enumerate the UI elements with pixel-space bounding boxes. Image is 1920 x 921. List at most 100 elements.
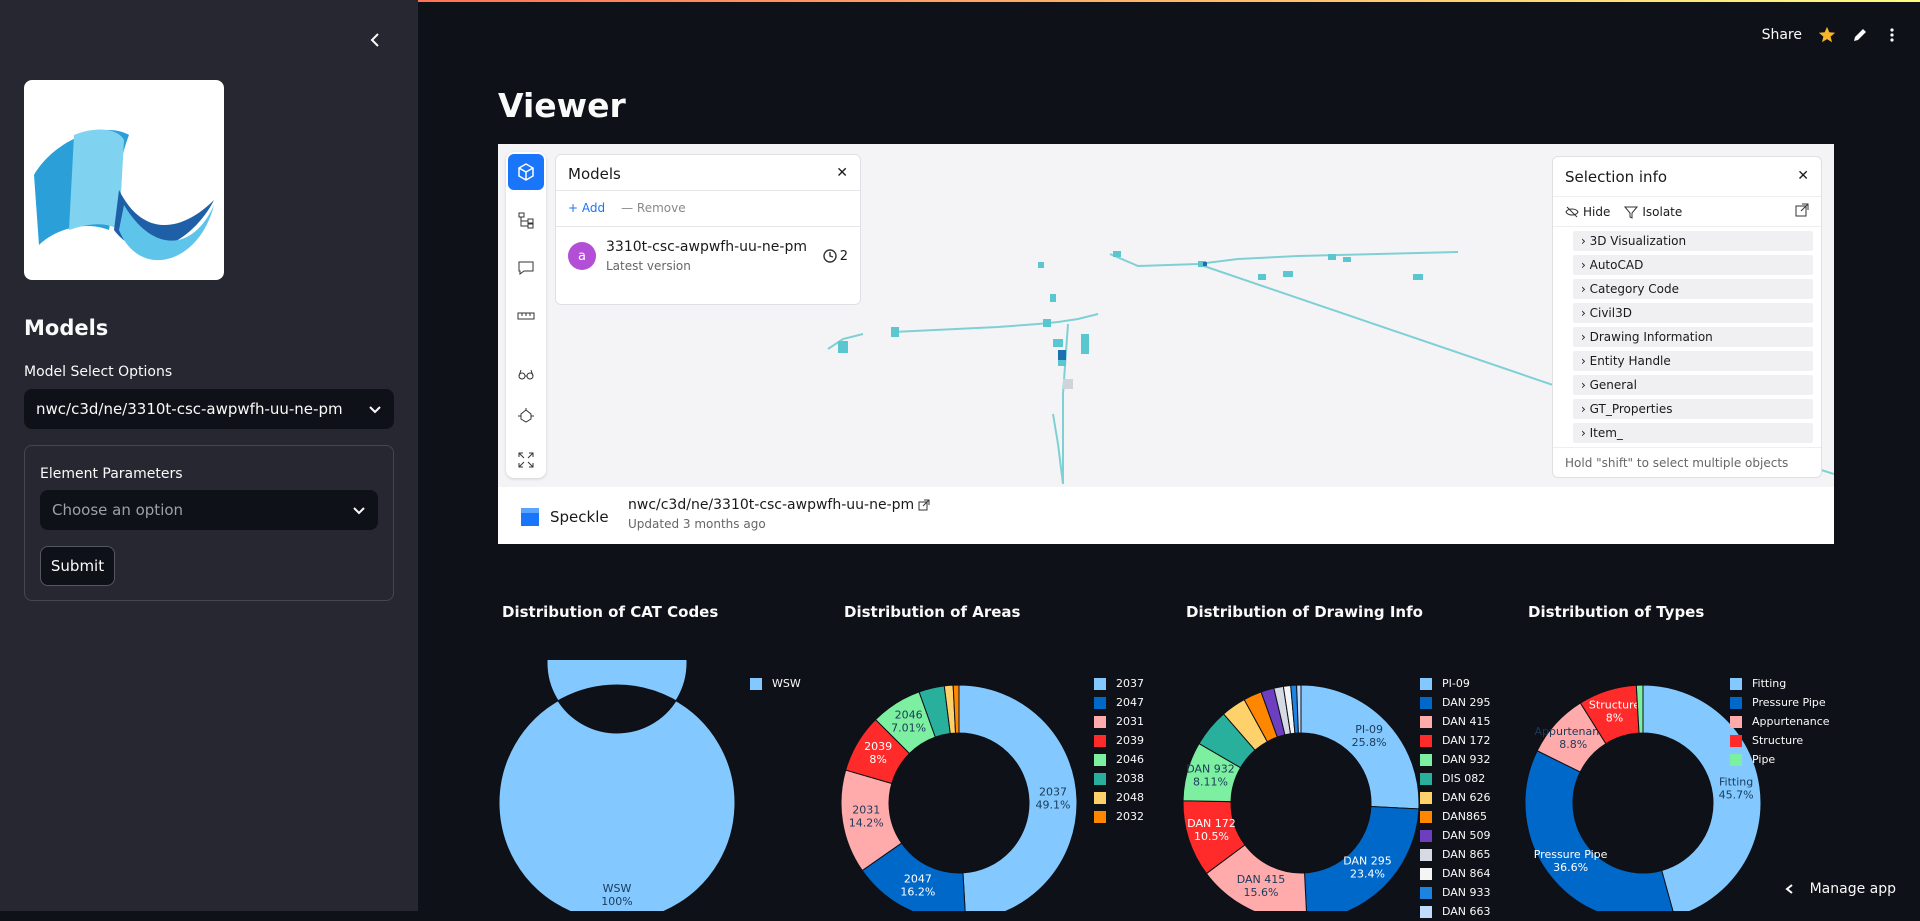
star-icon[interactable]	[1818, 26, 1836, 44]
selection-property-item[interactable]: › General	[1573, 375, 1813, 395]
viewer-model-info: nwc/c3d/ne/3310t-csc-awpwfh-uu-ne-pm Upd…	[628, 497, 930, 531]
speckle-brand[interactable]: Speckle	[520, 507, 609, 527]
remove-model-button[interactable]: — Remove	[621, 201, 686, 216]
viewer-model-path[interactable]: nwc/c3d/ne/3310t-csc-awpwfh-uu-ne-pm	[628, 497, 914, 513]
legend-item[interactable]: DAN 663	[1420, 902, 1491, 921]
model-select-value: nwc/c3d/ne/3310t-csc-awpwfh-uu-ne-pm	[36, 400, 343, 418]
models-cube-icon[interactable]	[508, 154, 544, 190]
selection-property-item[interactable]: › Drawing Information	[1573, 327, 1813, 347]
comments-icon[interactable]	[508, 250, 544, 286]
legend-item[interactable]: 2039	[1094, 731, 1144, 750]
donut-chart-cat-codes[interactable]: WSW100%	[494, 660, 744, 911]
page-title: Viewer	[498, 86, 626, 125]
collapse-sidebar-chevron-left-icon[interactable]	[366, 30, 386, 50]
selection-property-item[interactable]: › GT_Properties	[1573, 399, 1813, 419]
slice-label: Fitting45.7%	[1719, 775, 1754, 801]
legend-label: DAN 865	[1442, 848, 1491, 861]
chevron-down-icon	[352, 503, 366, 517]
legend-swatch	[1420, 849, 1432, 861]
legend-item[interactable]: DAN 172	[1420, 731, 1491, 750]
legend-item[interactable]: DAN 295	[1420, 693, 1491, 712]
measure-ruler-icon[interactable]	[508, 298, 544, 334]
donut-chart-drawing-info[interactable]: PI-0925.8%DAN 29523.4%DAN 41515.6%DAN 17…	[1178, 660, 1428, 911]
legend-areas: 20372047203120392046203820482032	[1094, 674, 1144, 826]
legend-item[interactable]: 2037	[1094, 674, 1144, 693]
external-link-icon[interactable]	[918, 499, 930, 511]
legend-item[interactable]: WSW	[750, 674, 801, 693]
share-button[interactable]: Share	[1762, 27, 1802, 43]
submit-button[interactable]: Submit	[40, 546, 115, 586]
more-vertical-icon[interactable]	[1884, 27, 1900, 43]
element-parameters-placeholder: Choose an option	[52, 501, 183, 519]
legend-swatch	[1420, 678, 1432, 690]
model-name: 3310t-csc-awpwfh-uu-ne-pm	[606, 239, 813, 255]
legend-label: DAN 864	[1442, 867, 1491, 880]
legend-swatch	[1730, 754, 1742, 766]
legend-item[interactable]: DAN 509	[1420, 826, 1491, 845]
close-icon[interactable]: ✕	[1797, 168, 1809, 185]
legend-item[interactable]: DAN 626	[1420, 788, 1491, 807]
slice-label: 20467.01%	[891, 709, 926, 735]
pie-slice-wsw[interactable]	[499, 660, 735, 911]
legend-item[interactable]: DIS 082	[1420, 769, 1491, 788]
legend-item[interactable]: DAN 415	[1420, 712, 1491, 731]
selection-property-item[interactable]: › Item_	[1573, 423, 1813, 443]
legend-item[interactable]: DAN 865	[1420, 845, 1491, 864]
donut-chart-areas[interactable]: 203749.1%204716.2%203114.2%20398%20467.0…	[836, 660, 1086, 911]
legend-item[interactable]: DAN 932	[1420, 750, 1491, 769]
legend-swatch	[1420, 906, 1432, 918]
selection-property-item[interactable]: › Category Code	[1573, 279, 1813, 299]
legend-item[interactable]: 2046	[1094, 750, 1144, 769]
legend-item[interactable]: DAN865	[1420, 807, 1491, 826]
legend-label: Pipe	[1752, 753, 1775, 766]
legend-item[interactable]: 2031	[1094, 712, 1144, 731]
legend-label: Appurtenance	[1752, 715, 1830, 728]
models-panel-title: Models	[568, 165, 621, 180]
explode-icon[interactable]	[508, 398, 544, 434]
selection-hint: Hold "shift" to select multiple objects	[1553, 447, 1821, 477]
selection-property-list: › 3D Visualization › AutoCAD › Category Co…	[1553, 227, 1821, 445]
legend-item[interactable]: 2038	[1094, 769, 1144, 788]
hide-button[interactable]: Hide	[1565, 203, 1610, 220]
selection-property-item[interactable]: › AutoCAD	[1573, 255, 1813, 275]
close-icon[interactable]: ✕	[836, 165, 848, 180]
legend-swatch	[1094, 716, 1106, 728]
legend-swatch	[1730, 697, 1742, 709]
legend-item[interactable]: Appurtenance	[1730, 712, 1830, 731]
manage-app-button[interactable]: Manage app	[1784, 881, 1896, 897]
model-select-dropdown[interactable]: nwc/c3d/ne/3310t-csc-awpwfh-uu-ne-pm	[24, 389, 394, 429]
scene-tree-icon[interactable]	[508, 202, 544, 238]
open-external-icon[interactable]	[1795, 203, 1809, 217]
legend-item[interactable]: 2048	[1094, 788, 1144, 807]
element-parameters-select[interactable]: Choose an option	[40, 490, 378, 530]
legend-label: DIS 082	[1442, 772, 1485, 785]
chart-title-drawing-info: Distribution of Drawing Info	[1186, 603, 1423, 621]
fullscreen-expand-icon[interactable]	[508, 442, 544, 478]
legend-item[interactable]: Pressure Pipe	[1730, 693, 1830, 712]
model-select-label: Model Select Options	[24, 364, 172, 380]
legend-item[interactable]: 2047	[1094, 693, 1144, 712]
legend-item[interactable]: DAN 933	[1420, 883, 1491, 902]
legend-item[interactable]: DAN 864	[1420, 864, 1491, 883]
selection-property-item[interactable]: › Civil3D	[1573, 303, 1813, 323]
selection-property-item[interactable]: › 3D Visualization	[1573, 231, 1813, 251]
legend-swatch	[1094, 697, 1106, 709]
model-list-item[interactable]: a 3310t-csc-awpwfh-uu-ne-pm Latest versi…	[556, 227, 860, 285]
view-modes-glasses-icon[interactable]	[508, 356, 544, 392]
legend-item[interactable]: PI-09	[1420, 674, 1491, 693]
edit-pencil-icon[interactable]	[1852, 27, 1868, 43]
legend-item[interactable]: Fitting	[1730, 674, 1830, 693]
selection-property-item[interactable]: › Entity Handle	[1573, 351, 1813, 371]
model-version: Latest version	[606, 259, 813, 273]
legend-item[interactable]: Pipe	[1730, 750, 1830, 769]
legend-swatch	[1094, 678, 1106, 690]
legend-drawing-info: PI-09DAN 295DAN 415DAN 172DAN 932 DIS 082…	[1420, 674, 1491, 921]
element-parameters-label: Element Parameters	[40, 466, 183, 482]
legend-swatch	[1094, 792, 1106, 804]
add-model-button[interactable]: + Add	[568, 201, 605, 216]
legend-item[interactable]: Structure	[1730, 731, 1830, 750]
legend-item[interactable]: 2032	[1094, 807, 1144, 826]
pie-slice-pressure-pipe[interactable]	[1525, 751, 1674, 911]
isolate-button[interactable]: Isolate	[1624, 203, 1682, 220]
version-history[interactable]: 2	[823, 249, 848, 264]
